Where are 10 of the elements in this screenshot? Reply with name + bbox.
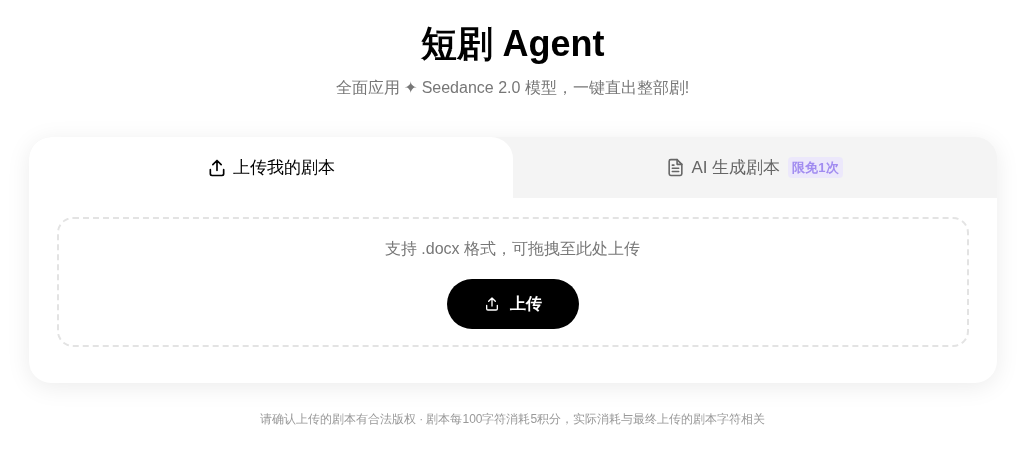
dropzone[interactable]: 支持 .docx 格式，可拖拽至此处上传 上传 [56,217,969,347]
subtitle: 全面应用 ✦ Seedance 2.0 模型，一键直出整部剧! [335,78,690,98]
document-icon [666,157,686,178]
dropzone-hint: 支持 .docx 格式，可拖拽至此处上传 [384,239,641,259]
badge: 限免1次 [788,156,843,179]
upload-icon [483,296,500,312]
footer-note: 请确认上传的剧本有合法版权 · 剧本每100字符消耗5积分，实际消耗与最终上传的剧本字符相关 [259,411,766,428]
page-title: 短剧 Agent [420,22,605,66]
tab[interactable]: 上传我的剧本 [28,137,513,198]
upload-button[interactable]: 上传 [446,279,579,329]
